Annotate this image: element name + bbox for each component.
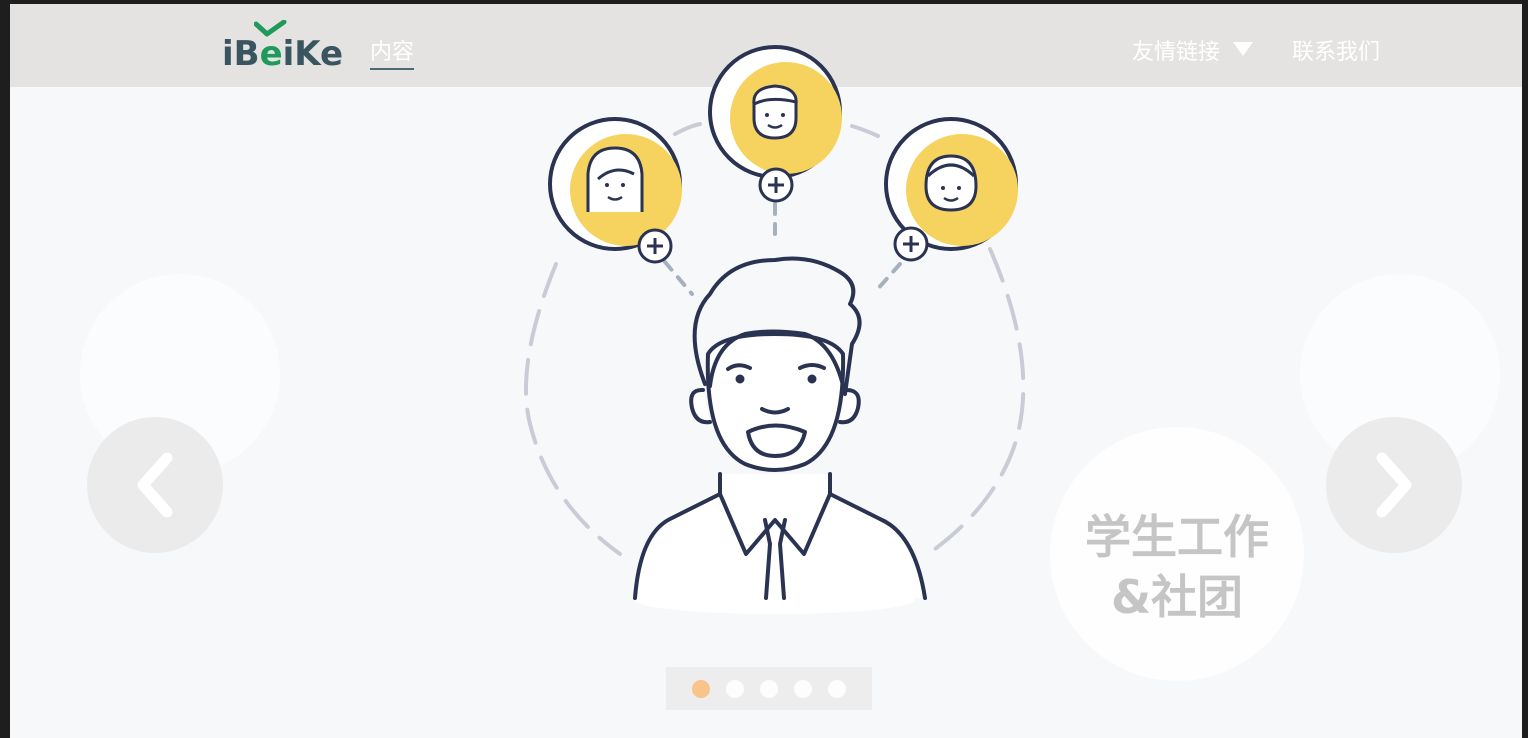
slide-caption-line2: &社团 <box>1110 570 1244 624</box>
man-avatar-icon <box>708 45 842 203</box>
elder-avatar-icon <box>884 117 1018 262</box>
slide-caption: 学生工作 &社团 <box>1050 507 1304 627</box>
carousel-dot[interactable] <box>726 679 744 698</box>
slide-caption-badge: 学生工作 &社团 <box>1050 427 1304 681</box>
page-frame: iBeiKe 内容 友情链接 联系我们 学生工作 &社团 <box>10 4 1522 738</box>
hero-illustration <box>524 45 1026 614</box>
student-person-icon <box>633 256 927 614</box>
carousel-pagination <box>666 667 872 710</box>
carousel-next-button[interactable] <box>1326 417 1462 553</box>
chevron-right-icon <box>1376 452 1412 518</box>
carousel-dot[interactable] <box>760 679 778 698</box>
chevron-left-icon <box>137 452 173 518</box>
carousel-dot[interactable] <box>692 679 710 698</box>
woman-avatar-icon <box>548 117 682 264</box>
carousel-prev-button[interactable] <box>87 417 223 553</box>
slide-caption-line1: 学生工作 <box>1085 510 1269 564</box>
carousel-dot[interactable] <box>828 679 846 698</box>
carousel-dot[interactable] <box>794 679 812 698</box>
